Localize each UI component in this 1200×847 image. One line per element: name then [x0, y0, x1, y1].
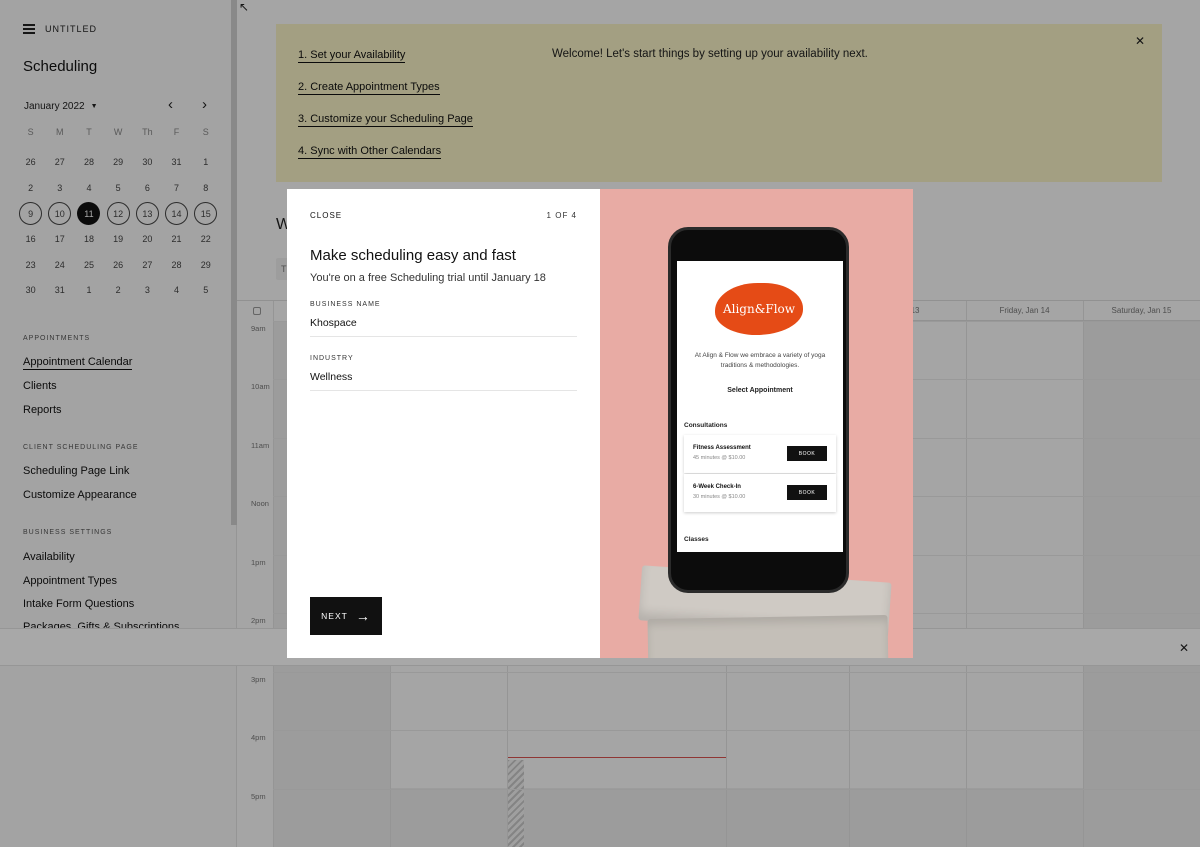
- step-counter: 1 OF 4: [546, 211, 577, 220]
- modal-form-panel: CLOSE 1 OF 4 Make scheduling easy and fa…: [287, 189, 600, 658]
- modal-headline: Make scheduling easy and fast: [310, 247, 516, 264]
- industry-label: INDUSTRY: [310, 355, 354, 362]
- brand-logo: Align&Flow: [715, 283, 803, 335]
- business-name-field[interactable]: BUSINESS NAME Khospace: [310, 301, 577, 337]
- phone-mockup: Align&Flow At Align & Flow we embrace a …: [668, 227, 849, 593]
- concrete-block: [647, 614, 889, 658]
- modal-subline: You're on a free Scheduling trial until …: [310, 272, 546, 284]
- next-button[interactable]: NEXT →: [310, 597, 382, 635]
- next-button-label: NEXT: [321, 611, 348, 621]
- modal-close-button[interactable]: CLOSE: [310, 211, 342, 220]
- brand-tagline: At Align & Flow we embrace a variety of …: [694, 352, 826, 369]
- select-appointment-label: Select Appointment: [727, 387, 793, 394]
- modal-illustration-panel: Align&Flow At Align & Flow we embrace a …: [600, 189, 913, 658]
- industry-field[interactable]: INDUSTRY Wellness: [310, 355, 577, 391]
- appointment-meta: 45 minutes @ $10.00: [693, 455, 746, 461]
- brand-name: Align&Flow: [722, 302, 796, 316]
- appointment-card: Fitness Assessment 45 minutes @ $10.00 B…: [684, 435, 836, 473]
- appointment-name: 6-Week Check-In: [693, 484, 741, 490]
- onboarding-modal: CLOSE 1 OF 4 Make scheduling easy and fa…: [287, 189, 913, 658]
- consultations-label: Consultations: [684, 422, 728, 429]
- appointment-card: 6-Week Check-In 30 minutes @ $10.00 BOOK: [684, 474, 836, 512]
- phone-screen: Align&Flow At Align & Flow we embrace a …: [677, 261, 843, 552]
- classes-label: Classes: [684, 536, 709, 543]
- business-name-label: BUSINESS NAME: [310, 301, 381, 308]
- book-button: BOOK: [787, 446, 827, 461]
- appointment-meta: 30 minutes @ $10.00: [693, 494, 746, 500]
- industry-input[interactable]: Wellness: [310, 371, 577, 383]
- book-button: BOOK: [787, 485, 827, 500]
- appointment-name: Fitness Assessment: [693, 445, 751, 451]
- arrow-right-icon: →: [355, 608, 371, 624]
- business-name-input[interactable]: Khospace: [310, 317, 577, 329]
